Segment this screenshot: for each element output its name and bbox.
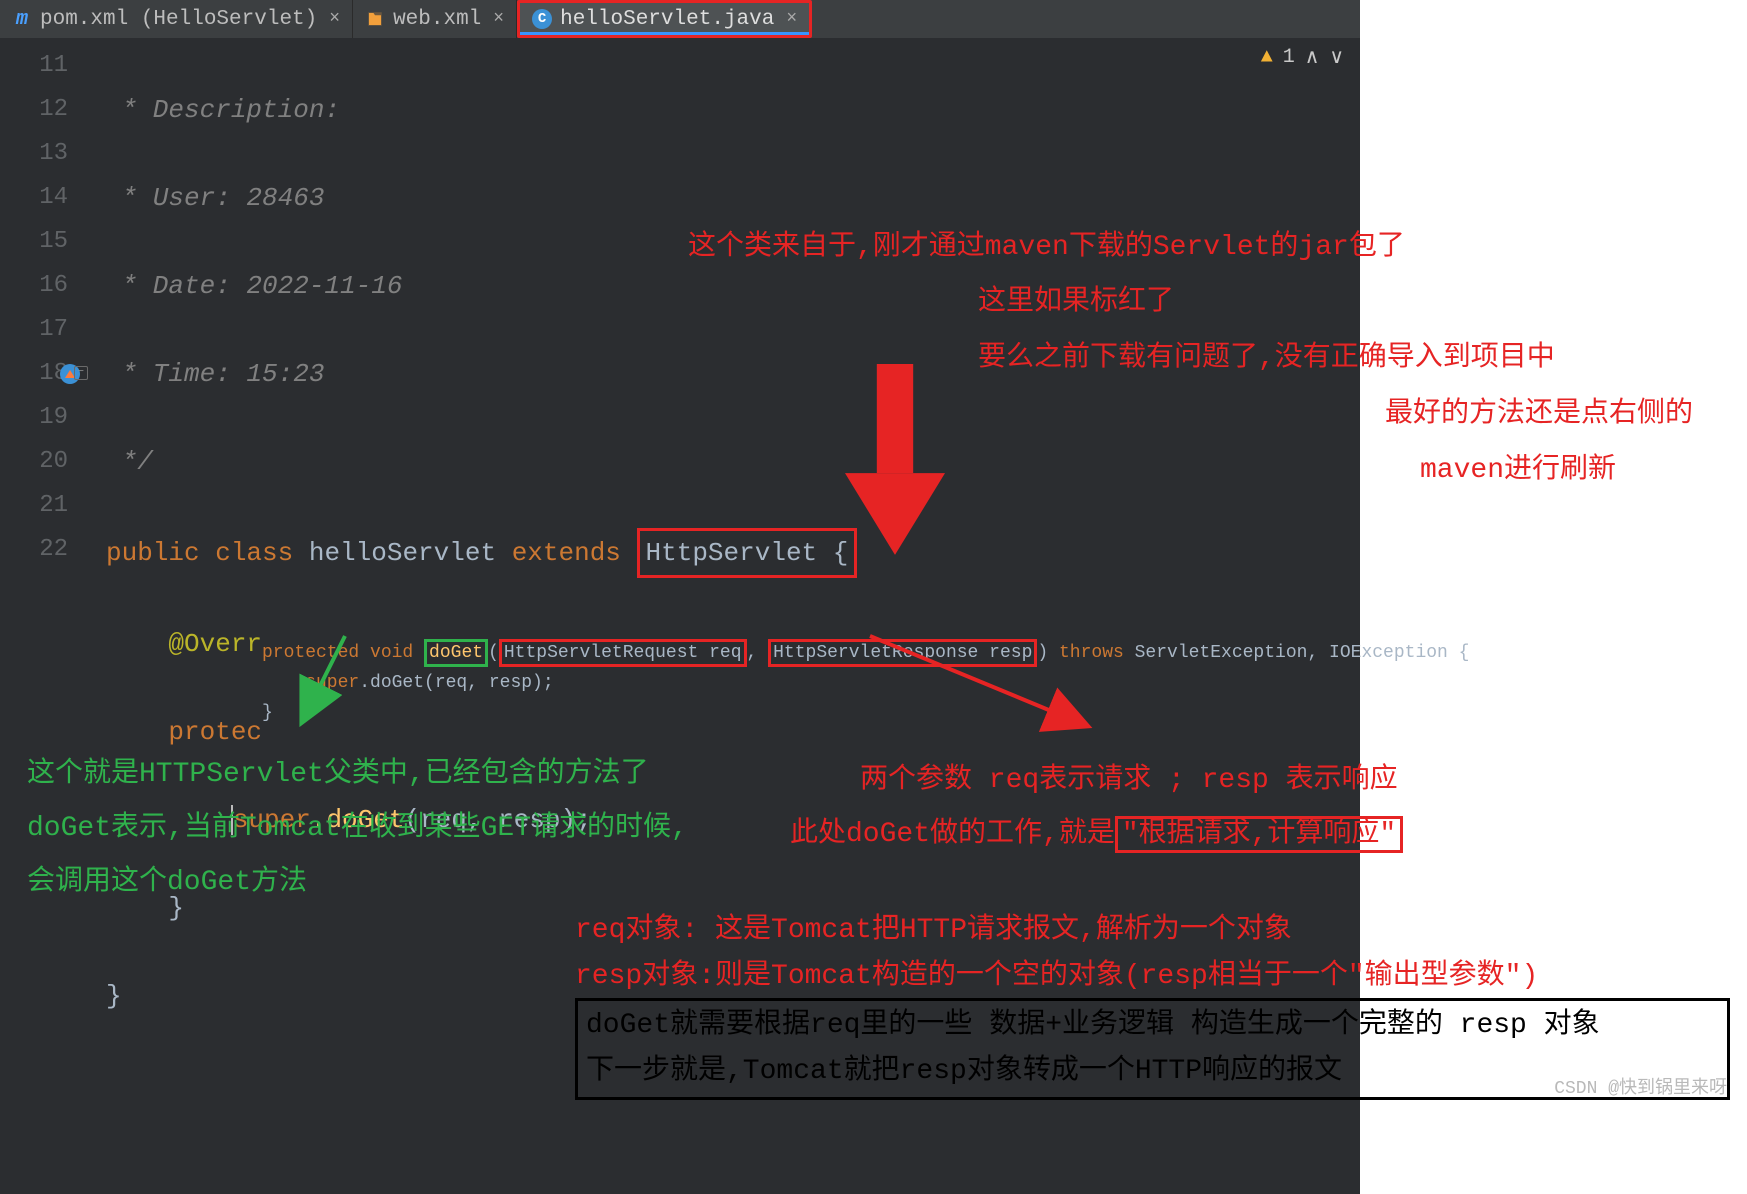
line-number: 13 [0,132,90,176]
code-comment: * Time: 15:23 [106,359,324,389]
anno-resp-obj: resp对象:则是Tomcat构造的一个空的对象(resp相当于一个"输出型参数… [575,954,1538,1000]
line-number: 21 [0,484,90,528]
doget-highlight: doGet [424,639,488,667]
line-number: 20 [0,440,90,484]
httpservlet-highlight: HttpServlet { [637,528,858,578]
chevron-up-icon[interactable]: ∧ [1305,44,1320,70]
line-number: 22 [0,528,90,572]
anno-green-2: doGet表示,当前Tomcat在收到某些GET请求的时候, [27,806,688,852]
code-comment: */ [106,447,153,477]
anno-refresh-a: 最好的方法还是点右侧的 [1385,392,1693,438]
tab-label: helloServlet.java [560,8,774,31]
maven-icon: m [12,9,32,29]
tab-helloservlet-java[interactable]: C helloServlet.java × [517,0,812,38]
xml-icon [365,9,385,29]
anno-green-3: 会调用这个doGet方法 [27,860,307,906]
line-number: 19 [0,396,90,440]
line-number: 17 [0,308,90,352]
watermark: CSDN @快到锅里来呀 [1554,1073,1727,1099]
tab-label: web.xml [393,8,481,31]
editor-tab-bar: m pom.xml (HelloServlet) × web.xml × C h… [0,0,1360,38]
tab-label: pom.xml (HelloServlet) [40,8,317,31]
anno-download-issue: 要么之前下载有问题了,没有正确导入到项目中 [978,336,1555,382]
code-comment: * User: 28463 [106,183,324,213]
highlighted-phrase: "根据请求,计算响应" [1115,816,1403,853]
anno-green-1: 这个就是HTTPServlet父类中,已经包含的方法了 [27,752,649,798]
line-number: 16 [0,264,90,308]
class-name: helloServlet [309,538,512,568]
anno-red-warning: 这里如果标红了 [978,280,1174,326]
anno-doget-work: 此处doGet做的工作,就是"根据请求,计算响应" [790,812,1403,858]
kw-class: class [215,538,309,568]
line-number: 15 [0,220,90,264]
fold-icon[interactable]: − [74,366,88,380]
line-number: 14 [0,176,90,220]
close-icon[interactable]: × [493,9,504,29]
param-req-highlight: HttpServletRequest req [499,639,747,667]
anno-req-obj: req对象: 这是Tomcat把HTTP请求报文,解析为一个对象 [575,908,1292,954]
close-icon[interactable]: × [329,9,340,29]
brace-close: } [106,981,122,1011]
line-number: 11 [0,44,90,88]
param-resp-highlight: HttpServletResponse resp [768,639,1037,667]
anno-params: 两个参数 req表示请求 ; resp 表示响应 [860,758,1398,804]
tab-pom-xml[interactable]: m pom.xml (HelloServlet) × [0,0,353,38]
kw-extends: extends [512,538,637,568]
warning-count: 1 [1283,46,1295,69]
warning-icon: ▲ [1261,46,1273,69]
line-number: 18 − [0,352,90,396]
method-signature-hint: protected void doGet(HttpServletRequest … [262,604,1352,766]
kw-public: public [106,538,215,568]
code-comment: * Description: [106,95,340,125]
inspection-summary[interactable]: ▲ 1 ∧ ∨ [1261,44,1344,70]
line-number-gutter: 11 12 13 14 15 16 17 18 − 19 20 21 22 [0,38,90,1194]
chevron-down-icon[interactable]: ∨ [1329,44,1344,70]
line-number: 12 [0,88,90,132]
anno-maven-origin: 这个类来自于,刚才通过maven下载的Servlet的jar包了 [688,225,1405,271]
close-icon[interactable]: × [786,9,797,29]
code-comment: * Date: 2022-11-16 [106,271,402,301]
anno-refresh-b: maven进行刷新 [1420,448,1616,494]
java-class-icon: C [532,9,552,29]
tab-web-xml[interactable]: web.xml × [353,0,517,38]
